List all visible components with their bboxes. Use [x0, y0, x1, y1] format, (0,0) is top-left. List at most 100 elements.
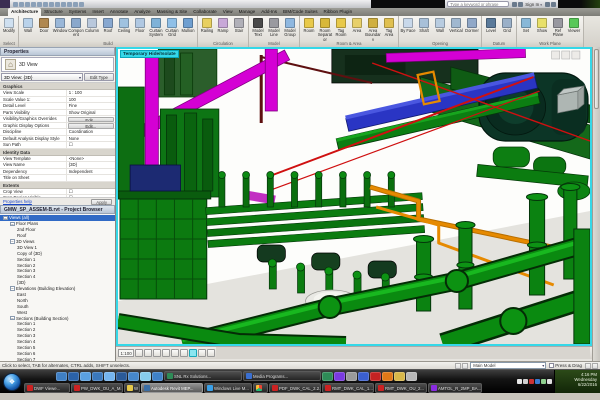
properties-help-link[interactable]: Properties help	[3, 199, 32, 204]
open-icon[interactable]	[13, 2, 18, 7]
pinned-app-icon[interactable]	[358, 372, 369, 381]
default-3d-view-icon[interactable]	[67, 2, 72, 7]
taskbar-button[interactable]	[253, 383, 268, 393]
taskbar-button[interactable]: AMTOL_R_2MP_BA...	[428, 383, 482, 393]
crop-view-icon[interactable]	[171, 349, 179, 357]
tool-roof[interactable]: Roof	[100, 17, 116, 41]
action-center-icon[interactable]	[547, 379, 552, 384]
param-value[interactable]: 1 : 100	[67, 90, 115, 96]
param-value[interactable]: Fine	[67, 103, 115, 109]
tool-door[interactable]: Door	[36, 17, 52, 41]
tool-stair[interactable]: Stair	[231, 17, 247, 41]
taskbar-button[interactable]: RMT_DWK_CAL_1...	[322, 383, 374, 393]
param-group-header[interactable]: Graphics	[0, 83, 115, 90]
tab-massing-site[interactable]: Massing & Site	[154, 8, 191, 16]
visual-style-icon[interactable]	[144, 349, 152, 357]
tool-level[interactable]: Level	[483, 17, 499, 41]
pinned-app-icon[interactable]	[104, 372, 115, 381]
drawing-canvas[interactable]: Temporary Hide/Isolate	[116, 47, 592, 346]
detail-level-icon[interactable]	[135, 349, 143, 357]
apply-button[interactable]: Apply	[91, 199, 112, 205]
tree-item[interactable]: Section 7	[0, 356, 115, 361]
project-browser-title-bar[interactable]: GMW_SP_ASSEM-B.rvt - Project Browser	[0, 205, 115, 214]
taskbar-button[interactable]: Media Programs...	[243, 371, 321, 381]
search-input[interactable]	[447, 1, 509, 7]
pinned-app-icon[interactable]	[382, 372, 393, 381]
pinned-app-icon[interactable]	[92, 372, 103, 381]
tab-manage[interactable]: Manage	[236, 8, 259, 16]
pinned-app-icon[interactable]	[56, 372, 67, 381]
tool-dormer[interactable]: Dormer	[464, 17, 480, 41]
tab-systems[interactable]: Systems	[66, 8, 90, 16]
tool-shaft[interactable]: Shaft	[416, 17, 432, 41]
tool-wall[interactable]: Wall	[432, 17, 448, 41]
pinned-app-icon[interactable]	[406, 372, 417, 381]
exclude-options-icon[interactable]	[585, 363, 591, 369]
taskbar-button[interactable]: Windows Live M...	[204, 383, 252, 393]
pinned-app-icon[interactable]	[128, 372, 139, 381]
exchange-apps-icon[interactable]	[545, 2, 550, 7]
tool-tag-room[interactable]: Tag Room	[333, 17, 349, 41]
save-icon[interactable]	[19, 2, 24, 7]
update-icon[interactable]	[535, 379, 540, 384]
print-icon[interactable]	[37, 2, 42, 7]
tab-analyze[interactable]: Analyze	[131, 8, 153, 16]
pinned-app-icon[interactable]	[394, 372, 405, 381]
tab-bim-code-suites[interactable]: BIM/Code Suites	[280, 8, 320, 16]
tool-grid[interactable]: Grid	[499, 17, 515, 41]
tool-area[interactable]: Area	[349, 17, 365, 41]
pinned-app-icon[interactable]	[334, 372, 345, 381]
taskbar-button[interactable]: SNL Rx Solutions...	[164, 371, 242, 381]
start-button[interactable]	[3, 373, 21, 391]
scale-control[interactable]: 1:100	[118, 349, 134, 357]
temporary-hide-isolate-icon[interactable]	[189, 349, 197, 357]
param-value[interactable]: Independent	[67, 169, 115, 175]
tool-room[interactable]: Room	[301, 17, 317, 41]
param-value[interactable]: Show Original	[67, 110, 115, 116]
tool-floor[interactable]: Floor	[132, 17, 148, 41]
tag-icon[interactable]	[55, 2, 60, 7]
tool-ref-plane[interactable]: Ref Plane	[550, 17, 566, 41]
pinned-app-icon[interactable]	[140, 372, 151, 381]
text-icon[interactable]	[61, 2, 66, 7]
tool-modify[interactable]: Modify	[1, 17, 17, 41]
search-icon[interactable]	[512, 2, 517, 7]
tab-ribbon-plugin[interactable]: Ribbon Plugin	[321, 8, 356, 16]
taskbar-clock[interactable]: 4:16 PM Wednesday 6/22/2016	[554, 370, 600, 393]
tool-column[interactable]: Column	[84, 17, 100, 41]
section-icon[interactable]	[73, 2, 78, 7]
pinned-app-icon[interactable]	[346, 372, 357, 381]
pinned-app-icon[interactable]	[322, 372, 333, 381]
properties-title-bar[interactable]: Properties	[0, 47, 115, 56]
tool-room-separator[interactable]: Room Separator	[317, 17, 333, 41]
tool-model-group[interactable]: Model Group	[282, 17, 298, 41]
measure-icon[interactable]	[43, 2, 48, 7]
tab-collaborate[interactable]: Collaborate	[190, 8, 220, 16]
edit-type-button[interactable]: Edit Type	[84, 73, 114, 81]
tool-model-text[interactable]: Model Text	[250, 17, 266, 41]
scrollbar-thumb[interactable]	[594, 49, 599, 109]
sign-in-button[interactable]: Sign In	[525, 2, 542, 7]
taskbar-button[interactable]: DWF Viewe...	[24, 383, 70, 393]
tab-architecture[interactable]: Architecture	[8, 8, 41, 16]
press-drag-checkbox[interactable]	[549, 363, 554, 368]
reveal-hidden-icon[interactable]	[198, 349, 206, 357]
tool-ramp[interactable]: Ramp	[215, 17, 231, 41]
help-icon[interactable]	[551, 2, 556, 7]
taskbar-button[interactable]: W	[124, 383, 140, 393]
model-3d-view[interactable]	[118, 49, 590, 344]
type-selector[interactable]: 3D View	[1, 57, 114, 72]
pinned-app-icon[interactable]	[152, 372, 163, 381]
instance-selector-dropdown[interactable]: 3D View: {3D}	[1, 73, 83, 81]
tool-by-face[interactable]: By Face	[400, 17, 416, 41]
pinned-app-icon[interactable]	[80, 372, 91, 381]
antivirus-icon[interactable]	[529, 379, 534, 384]
param-group-header[interactable]: Identity Data	[0, 149, 115, 156]
tab-view[interactable]: View	[220, 8, 236, 16]
expander-icon[interactable]: −	[10, 222, 15, 227]
tab-insert[interactable]: Insert	[89, 8, 107, 16]
tool-set[interactable]: Set	[518, 17, 534, 41]
sun-path-icon[interactable]	[153, 349, 161, 357]
communication-center-icon[interactable]	[518, 2, 523, 7]
param-value[interactable]: ☐	[67, 142, 115, 148]
